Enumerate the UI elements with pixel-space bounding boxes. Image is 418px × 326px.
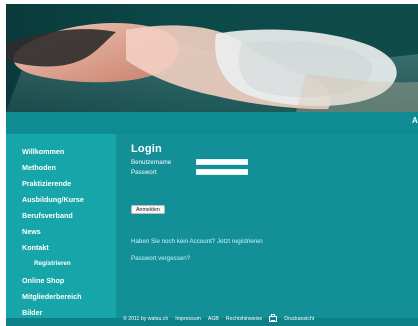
sidebar-item-online-shop[interactable]: Online Shop <box>12 273 112 287</box>
username-input[interactable] <box>196 159 248 165</box>
sidebar-item-methoden[interactable]: Methoden <box>12 160 112 174</box>
sidebar-item-label: Willkommen <box>22 146 65 156</box>
login-title: Login <box>131 143 162 155</box>
footer-link-impressum[interactable]: Impressum <box>175 316 201 322</box>
password-input[interactable] <box>196 169 248 175</box>
page-frame: A Willkommen Methoden Praktizierende Aus… <box>6 4 418 326</box>
password-label: Passwort <box>131 169 157 176</box>
sidebar-item-berufsverband[interactable]: Berufsverband <box>12 208 112 222</box>
sidebar-item-label: Kontakt <box>22 242 49 252</box>
header-banner <box>6 4 418 112</box>
footer-row: © 2011 by watsu.ch Impressum AGB Rechtsh… <box>123 314 314 322</box>
sidebar: Willkommen Methoden Praktizierende Ausbi… <box>6 134 116 318</box>
nav-bullet-icon <box>12 148 18 154</box>
nav-bullet-icon <box>12 309 18 315</box>
sidebar-item-praktizierende[interactable]: Praktizierende <box>12 176 112 190</box>
nav-bullet-icon <box>12 180 18 186</box>
nav-bullet-icon <box>12 277 18 283</box>
footer-copyright: © 2011 by watsu.ch <box>123 316 169 322</box>
nav-bullet-icon <box>12 212 18 218</box>
nav-bullet-icon <box>24 260 30 266</box>
login-button[interactable]: Anmelden <box>131 205 165 214</box>
footer-link-druckansicht[interactable]: Druckansicht <box>284 316 314 322</box>
main-content: Login Benutzername Passwort Anmelden Hab… <box>116 134 418 318</box>
nav-bullet-icon <box>12 244 18 250</box>
header-illustration <box>6 4 418 112</box>
sidebar-item-label: Berufsverband <box>22 210 73 220</box>
header-right-text: A <box>412 116 418 125</box>
username-label: Benutzername <box>131 159 172 166</box>
nav-bullet-icon <box>12 196 18 202</box>
sidebar-item-label: Mitgliederbereich <box>22 291 82 301</box>
sidebar-item-ausbildung-kurse[interactable]: Ausbildung/Kurse <box>12 192 112 206</box>
nav-bullet-icon <box>12 293 18 299</box>
sidebar-item-label: Registrieren <box>34 259 71 267</box>
sidebar-item-willkommen[interactable]: Willkommen <box>12 144 112 158</box>
sidebar-item-news[interactable]: News <box>12 224 112 238</box>
footer-link-agb[interactable]: AGB <box>208 316 219 322</box>
sidebar-item-mitgliederbereich[interactable]: Mitgliederbereich <box>12 289 112 303</box>
sidebar-subitem-registrieren[interactable]: Registrieren <box>24 256 124 270</box>
nav-bullet-icon <box>12 228 18 234</box>
sidebar-item-kontakt[interactable]: Kontakt <box>12 240 112 254</box>
register-link[interactable]: Haben Sie noch kein Account? Jetzt regis… <box>131 238 263 245</box>
sidebar-item-label: Methoden <box>22 162 56 172</box>
forgot-password-link[interactable]: Passwort vergessen? <box>131 255 190 262</box>
footer-link-rechtshinweise[interactable]: Rechtshinweise <box>226 316 262 322</box>
sidebar-item-bilder[interactable]: Bilder <box>12 305 112 319</box>
sidebar-item-label: News <box>22 226 41 236</box>
sidebar-item-label: Bilder <box>22 307 43 317</box>
header-band <box>6 112 418 134</box>
sidebar-item-label: Praktizierende <box>22 178 72 188</box>
printer-icon[interactable] <box>269 314 278 322</box>
sidebar-item-label: Ausbildung/Kurse <box>22 194 84 204</box>
sidebar-item-label: Online Shop <box>22 275 65 285</box>
nav-bullet-icon <box>12 164 18 170</box>
